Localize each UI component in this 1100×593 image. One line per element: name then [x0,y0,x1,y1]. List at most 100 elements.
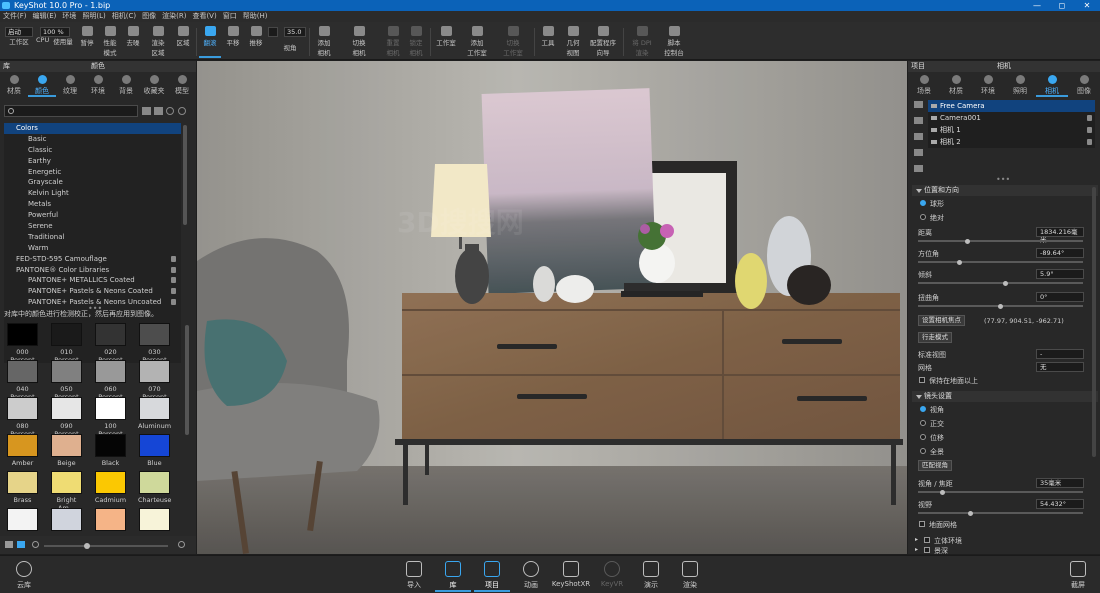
menu-image[interactable]: 图像 [139,11,159,22]
tree-item[interactable]: Metals [4,199,181,210]
minimize-button[interactable]: — [1025,0,1049,11]
settings-icon[interactable] [178,107,186,115]
fov-input[interactable]: 35.0 [284,27,306,37]
color-swatch[interactable]: Bright Am... [50,471,83,512]
denoise-button[interactable]: 去噪 [123,24,143,58]
import-button[interactable]: 导入 [396,559,432,592]
tree-item[interactable]: PANTONE+ METALLICS Coated [4,275,181,286]
project-button[interactable]: 项目 [474,559,510,592]
keyvr-button[interactable]: KeyVR [594,559,630,592]
field-of-view-slider[interactable] [918,510,1083,516]
library-button[interactable]: 库 [435,559,471,592]
color-swatch[interactable]: 010 Percent [50,323,83,364]
color-swatch[interactable]: Aluminum [138,397,171,434]
geometry-view-button[interactable]: 几何 视图 [562,24,584,58]
tree-item[interactable]: Serene [4,221,181,232]
walk-mode-button[interactable]: 行走模式 [918,332,952,343]
tree-item[interactable]: Classic [4,145,181,156]
color-swatch[interactable]: Blue [138,434,171,471]
expand-arrow-icon[interactable]: ▸ [915,546,918,553]
field-of-view-input[interactable]: 54.432° [1036,499,1084,509]
slider-knob[interactable] [84,543,90,549]
splitter-handle[interactable]: ••• [996,175,1010,184]
color-swatch[interactable]: Brass [6,471,39,508]
focal-length-slider[interactable] [918,489,1083,495]
performance-mode-button[interactable]: 性能 模式 [99,24,121,58]
render-button[interactable]: 渲染 [672,559,708,592]
inclination-slider-knob[interactable] [1002,280,1008,286]
swatch-scrollbar[interactable] [185,325,189,435]
orbit-radio[interactable] [920,200,926,206]
color-swatch[interactable]: 090 Percent [50,397,83,438]
menu-file[interactable]: 文件(F) [0,11,30,22]
distance-input[interactable]: 1834.216毫米 [1036,227,1084,244]
azimuth-input[interactable]: -89.64° [1036,248,1084,258]
camera-list-item[interactable]: 相机 1 [928,124,1095,136]
perspective-radio[interactable] [920,406,926,412]
presentation-button[interactable]: 演示 [633,559,669,592]
camera-save-icon[interactable] [914,133,923,140]
absolute-radio[interactable] [920,214,926,220]
distance-slider[interactable] [918,238,1083,244]
color-swatch[interactable]: Cadmium ... [94,471,127,512]
camera-delete-icon[interactable] [914,149,923,156]
expand-arrow-icon[interactable]: ▸ [915,536,918,543]
tree-item[interactable]: Colors [4,123,181,134]
tab-environment[interactable]: 环境 [972,73,1004,97]
maximize-button[interactable]: ◻ [1050,0,1074,11]
configurator-wizard-button[interactable]: 配置程序 向导 [587,24,619,58]
color-swatch[interactable]: 060 Percent [94,360,127,401]
close-button[interactable]: ✕ [1075,0,1099,11]
camera-list-item[interactable]: Camera001 [928,112,1095,124]
tab-backplates[interactable]: 背景 [112,73,140,97]
camera-list-item[interactable]: 相机 2 [928,136,1095,148]
tools-button[interactable]: 工具 [538,24,558,58]
zoom-out-icon[interactable] [32,541,39,548]
color-swatch[interactable]: Beige [50,434,83,471]
tab-lighting[interactable]: 照明 [1004,73,1036,97]
tree-item[interactable]: Powerful [4,210,181,221]
grid-view-icon[interactable] [17,541,25,548]
color-swatch[interactable]: Amber [6,434,39,471]
twist-slider-knob[interactable] [998,303,1003,309]
tree-item[interactable]: Traditional [4,232,181,243]
twist-slider[interactable] [918,303,1083,309]
camera-reset-icon[interactable] [914,165,923,172]
match-perspective-button[interactable]: 匹配视角 [918,460,952,471]
script-console-button[interactable]: 脚本 控制台 [660,24,688,58]
distance-slider-knob[interactable] [965,238,970,244]
tree-item[interactable]: Earthy [4,156,181,167]
lens-settings-section[interactable]: 镜头设置 [912,391,1098,402]
tab-image[interactable]: 图像 [1068,73,1100,97]
tree-item[interactable]: Kelvin Light [4,188,181,199]
panoramic-radio[interactable] [920,448,926,454]
menu-environment[interactable]: 环境 [59,11,79,22]
tab-environments[interactable]: 环境 [84,73,112,97]
tab-camera[interactable]: 相机 [1036,73,1068,97]
set-focus-button[interactable]: 设置相机焦点 [918,315,965,326]
reset-camera-button[interactable]: 重置 相机 [381,24,405,58]
zoom-in-icon[interactable] [178,541,185,548]
tab-textures[interactable]: 纹理 [56,73,84,97]
add-studio-button[interactable]: 添加 工作室 [463,24,491,58]
field-of-view-slider-knob[interactable] [968,510,974,516]
tumble-button[interactable]: 翻滚 [199,24,221,58]
menu-window[interactable]: 窗口 [220,11,240,22]
menu-camera[interactable]: 相机(C) [109,11,139,22]
camera-duplicate-icon[interactable] [914,117,923,124]
inclination-slider[interactable] [918,280,1083,286]
menu-edit[interactable]: 编辑(E) [30,11,60,22]
library-search-input[interactable] [4,105,138,117]
folder-icon[interactable] [142,107,151,115]
keyshotxr-button[interactable]: KeyShotXR [550,559,592,592]
tab-favorites[interactable]: 收藏夹 [140,73,168,97]
pan-button[interactable]: 平移 [223,24,243,58]
tab-colors[interactable]: 颜色 [28,73,56,97]
shift-radio[interactable] [920,434,926,440]
inclination-input[interactable]: 5.9° [1036,269,1084,279]
pause-button[interactable]: 暂停 [77,24,97,58]
tab-material[interactable]: 材质 [940,73,972,97]
properties-scrollbar[interactable] [1092,187,1096,457]
color-swatch[interactable]: 000 Percent [6,323,39,364]
color-swatch[interactable]: 020 Percent [94,323,127,364]
